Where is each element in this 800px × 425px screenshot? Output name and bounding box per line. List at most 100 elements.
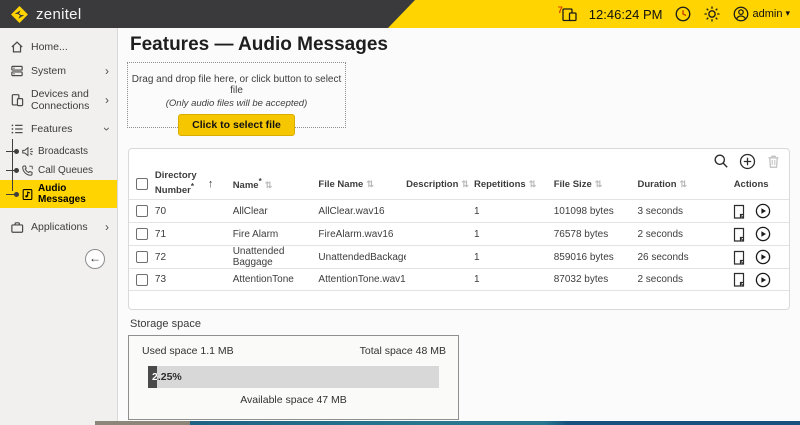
cell-file-size: 859016 bytes: [554, 252, 638, 263]
table-row[interactable]: 71 Fire Alarm FireAlarm.wav16 1 76578 by…: [129, 222, 789, 245]
column-header-file-name[interactable]: File Name⇅: [318, 179, 406, 190]
sort-icon[interactable]: ⇅: [366, 179, 374, 189]
background-window-edge-tan: [95, 421, 190, 425]
column-header-description[interactable]: Description⇅: [406, 179, 474, 190]
clock-icon[interactable]: [674, 5, 692, 23]
audio-messages-table: Directory Number* ↑ Name*⇅ File Name⇅ De…: [128, 148, 790, 310]
sidebar-item-call-queues[interactable]: Call Queues: [0, 161, 117, 180]
storage-available-label: Available space 47 MB: [129, 394, 458, 406]
tree-connector: [6, 151, 17, 152]
play-icon[interactable]: [755, 249, 771, 265]
sort-icon[interactable]: ⇅: [680, 179, 688, 189]
table-row[interactable]: 72 Unattended Baggage UnattendedBackage.…: [129, 245, 789, 268]
export-file-icon[interactable]: [732, 272, 746, 287]
cell-file-size: 76578 bytes: [554, 229, 638, 240]
cell-directory-number: 70: [155, 206, 233, 217]
add-message-icon[interactable]: [739, 153, 756, 170]
sidebar-item-home[interactable]: Home...: [0, 35, 117, 59]
system-icon: [10, 64, 24, 78]
sidebar-item-devices-connections[interactable]: Devices and Connections ›: [0, 83, 117, 117]
cell-directory-number: 72: [155, 252, 233, 263]
play-icon[interactable]: [755, 203, 771, 219]
row-checkbox[interactable]: [136, 251, 148, 263]
storage-total-label: Total space 48 MB: [360, 345, 446, 357]
column-header-repetitions[interactable]: Repetitions⇅: [474, 179, 554, 190]
required-marker: *: [191, 182, 194, 191]
audio-messages-icon: [21, 188, 34, 201]
sidebar-item-label: Devices and Connections: [31, 88, 97, 112]
export-file-icon[interactable]: [732, 250, 746, 265]
select-all-checkbox[interactable]: [136, 178, 148, 190]
sort-icon[interactable]: ⇅: [595, 179, 603, 189]
sort-icon[interactable]: ⇅: [529, 179, 537, 189]
table-header-row: Directory Number* ↑ Name*⇅ File Name⇅ De…: [129, 169, 789, 199]
storage-progress-bar: 2.25% 2.25%: [148, 366, 439, 388]
export-file-icon[interactable]: [732, 204, 746, 219]
cell-duration: 2 seconds: [637, 274, 713, 285]
sidebar-item-audio-messages[interactable]: Audio Messages: [0, 180, 117, 208]
sort-ascending-icon[interactable]: ↑: [208, 178, 214, 190]
storage-percent-label-overlay: 2.25%: [152, 371, 157, 383]
column-header-file-size[interactable]: File Size⇅: [554, 179, 638, 190]
dropzone-note: (Only audio files will be accepted): [128, 98, 345, 109]
cell-name: Fire Alarm: [233, 229, 319, 240]
column-header-duration[interactable]: Duration⇅: [637, 179, 713, 190]
required-marker: *: [259, 177, 262, 186]
sidebar-collapse-area: ←: [0, 239, 117, 269]
sidebar-item-broadcasts[interactable]: Broadcasts: [0, 142, 117, 161]
sidebar-item-system[interactable]: System ›: [0, 59, 117, 83]
tree-connector: [6, 194, 17, 195]
cell-name: AllClear: [233, 206, 319, 217]
cell-repetitions: 1: [474, 206, 554, 217]
sidebar-item-features[interactable]: Features ›: [0, 117, 117, 141]
sidebar-item-label: Home...: [31, 41, 97, 53]
device-notifications[interactable]: 7: [556, 6, 578, 23]
sidebar-item-label: Call Queues: [38, 165, 93, 176]
applications-icon: [10, 220, 24, 234]
delete-icon[interactable]: [766, 154, 781, 169]
sidebar-item-label: Audio Messages: [38, 183, 111, 205]
file-dropzone[interactable]: Drag and drop file here, or click button…: [127, 62, 346, 128]
play-icon[interactable]: [755, 272, 771, 288]
account-icon: [732, 5, 750, 23]
cell-file-size: 87032 bytes: [554, 274, 638, 285]
clock-time: 12:46:24 PM: [589, 7, 663, 22]
column-header-actions: Actions: [713, 179, 789, 190]
search-icon[interactable]: [713, 153, 729, 169]
table-toolbar: [129, 149, 789, 169]
play-icon[interactable]: [755, 226, 771, 242]
notification-badge: 7: [558, 5, 563, 15]
cell-repetitions: 1: [474, 274, 554, 285]
collapse-sidebar-button[interactable]: ←: [85, 249, 105, 269]
chevron-right-icon: ›: [105, 65, 109, 77]
call-queues-icon: [21, 164, 34, 177]
cell-duration: 2 seconds: [637, 229, 713, 240]
select-file-button[interactable]: Click to select file: [178, 114, 295, 136]
sort-icon[interactable]: ⇅: [461, 179, 469, 189]
row-checkbox[interactable]: [136, 228, 148, 240]
column-header-name[interactable]: Name*⇅: [233, 177, 319, 191]
cell-file-name: UnattendedBackage.wav16: [318, 252, 406, 263]
row-checkbox[interactable]: [136, 274, 148, 286]
main-content: Features — Audio Messages Drag and drop …: [118, 28, 800, 425]
table-row[interactable]: 70 AllClear AllClear.wav16 1 101098 byte…: [129, 199, 789, 222]
user-label: admin: [753, 8, 783, 20]
row-checkbox[interactable]: [136, 205, 148, 217]
table-row[interactable]: 73 AttentionTone AttentionTone.wav16 1 8…: [129, 268, 789, 291]
sidebar: Home... System › Devices and Connections…: [0, 28, 118, 425]
column-header-directory-number[interactable]: Directory Number*: [155, 170, 203, 198]
brightness-icon[interactable]: [703, 5, 721, 23]
sidebar-item-applications[interactable]: Applications ›: [0, 215, 117, 239]
cell-file-name: AttentionTone.wav16: [318, 274, 406, 285]
export-file-icon[interactable]: [732, 227, 746, 242]
brand[interactable]: zenitel: [10, 0, 81, 28]
home-icon: [10, 40, 24, 54]
features-icon: [10, 122, 24, 136]
brand-name: zenitel: [36, 6, 81, 23]
storage-panel: Used space 1.1 MB Total space 48 MB 2.25…: [128, 335, 459, 420]
sidebar-item-label: System: [31, 65, 97, 77]
sort-icon[interactable]: ⇅: [265, 180, 273, 190]
cell-file-name: AllClear.wav16: [318, 206, 406, 217]
user-menu[interactable]: admin ▾: [732, 5, 791, 23]
cell-directory-number: 71: [155, 229, 233, 240]
